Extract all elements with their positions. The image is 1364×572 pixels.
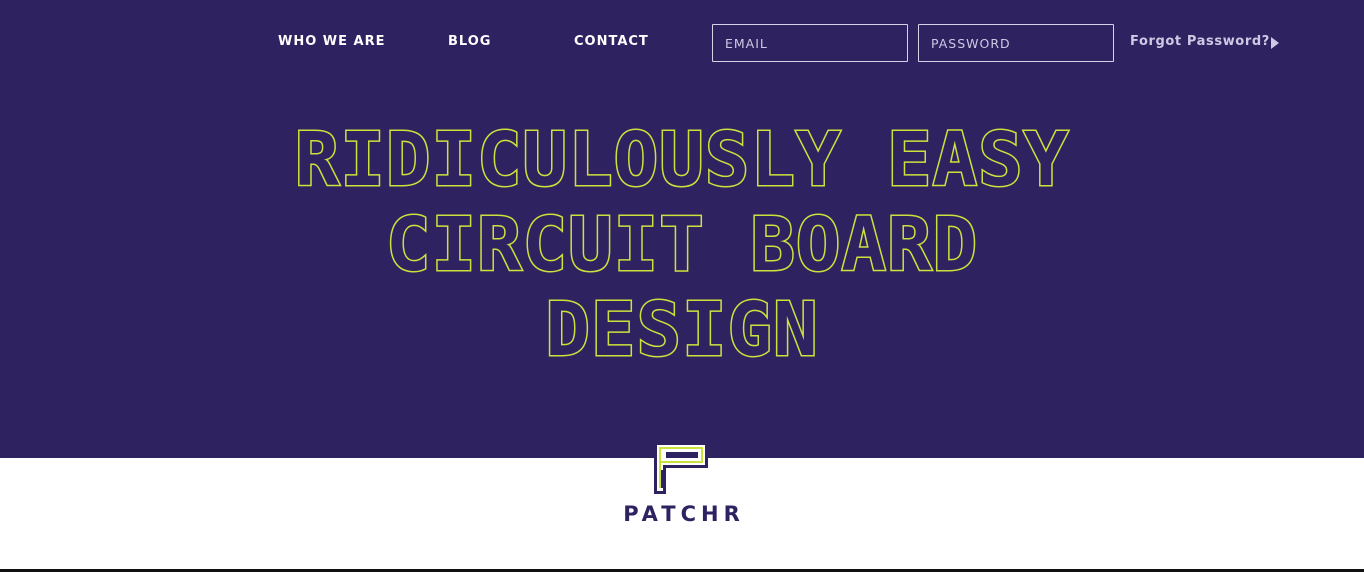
headline-line-3: DESIGN: [544, 286, 819, 374]
brand-wordmark: PATCHR: [623, 502, 745, 526]
headline-line-2: CIRCUIT BOARD: [384, 201, 979, 289]
headline-line-1: RIDICULOUSLY EASY: [293, 116, 1070, 204]
login-submit-button[interactable]: [1268, 34, 1282, 52]
triangle-right-icon: [1271, 37, 1279, 49]
nav-link-who-we-are[interactable]: WHO WE ARE: [278, 34, 386, 52]
forgot-password-link[interactable]: Forgot Password?: [1130, 34, 1270, 52]
hero-section: WHO WE ARE BLOG CONTACT Forgot Password?…: [0, 0, 1364, 458]
patchr-p-logo-icon: [650, 440, 714, 498]
nav-link-contact[interactable]: CONTACT: [574, 34, 649, 52]
password-input[interactable]: [918, 24, 1114, 62]
nav-link-blog[interactable]: BLOG: [448, 34, 491, 52]
email-input[interactable]: [712, 24, 908, 62]
hero-headline: RIDICULOUSLY EASY CIRCUIT BOARD DESIGN: [232, 116, 1132, 374]
